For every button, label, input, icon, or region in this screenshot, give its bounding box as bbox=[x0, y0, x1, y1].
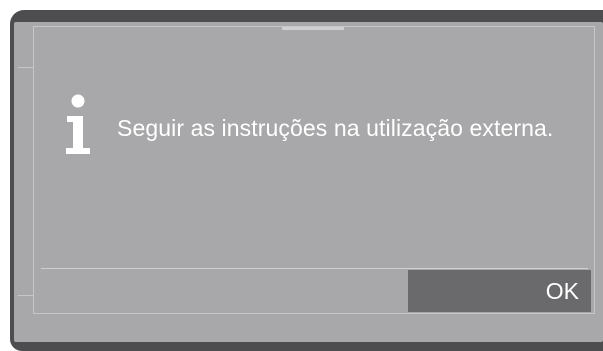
display-screen: Seguir as instruções na utilização exter… bbox=[14, 22, 603, 342]
frame-tick bbox=[18, 67, 34, 68]
button-divider bbox=[41, 268, 588, 269]
dialog-message: Seguir as instruções na utilização exter… bbox=[117, 115, 554, 141]
info-icon bbox=[66, 94, 90, 154]
frame-tick bbox=[18, 295, 34, 296]
top-indicator bbox=[282, 27, 344, 30]
ok-button[interactable]: OK bbox=[408, 270, 591, 312]
